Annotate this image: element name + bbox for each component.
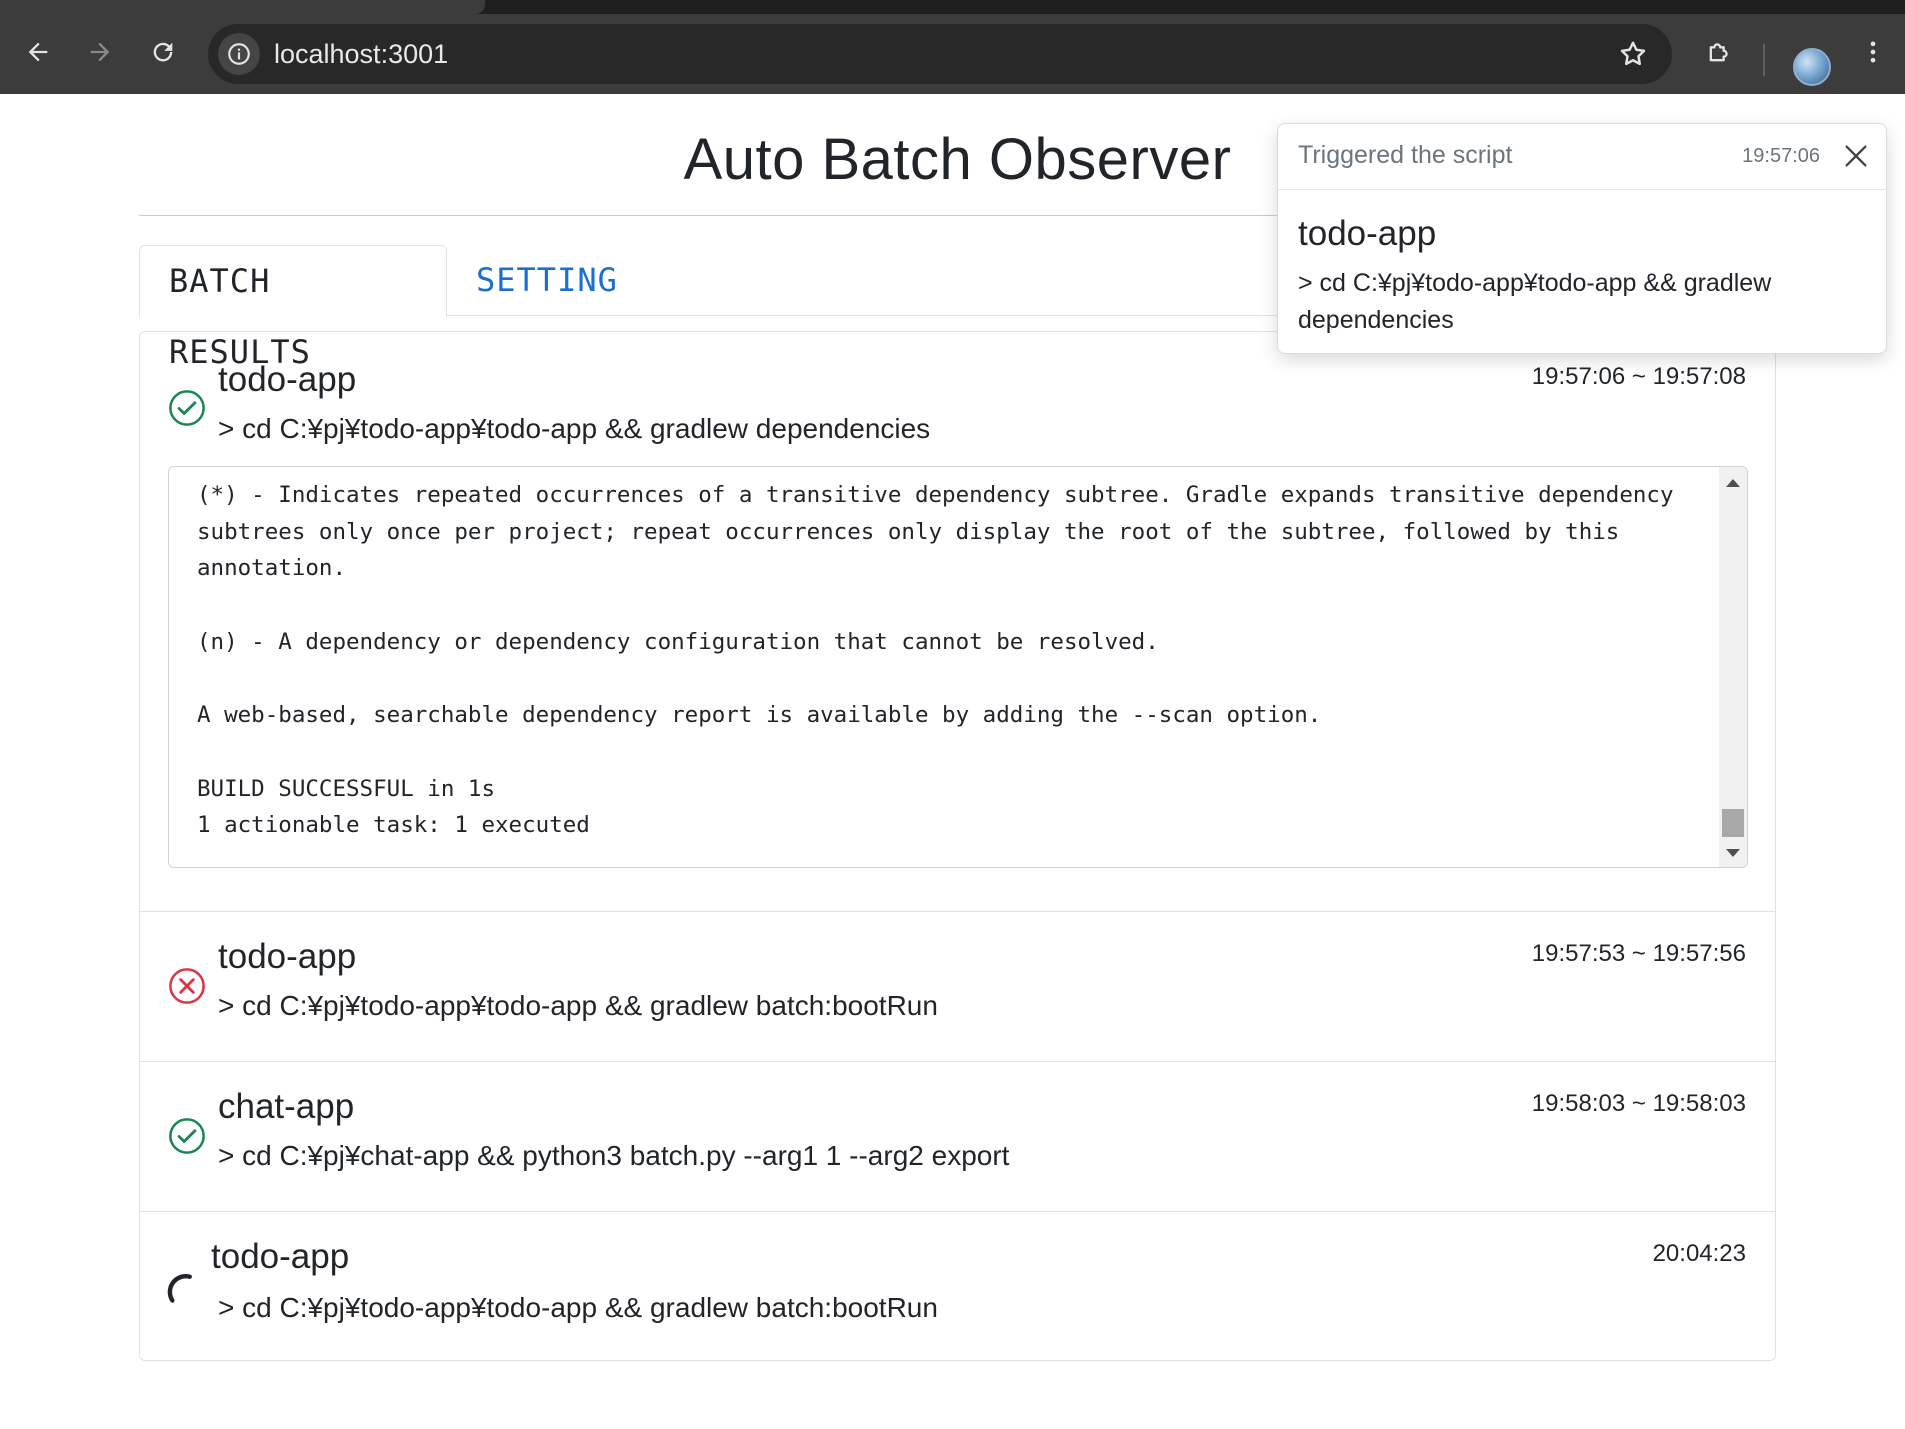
browser-tab-area bbox=[895, 0, 1905, 14]
more-vertical-icon bbox=[1870, 41, 1876, 63]
scroll-down-icon[interactable] bbox=[1726, 849, 1740, 857]
close-icon[interactable] bbox=[1840, 140, 1872, 172]
bookmark-star-icon[interactable] bbox=[1618, 39, 1648, 69]
extensions-button[interactable] bbox=[1695, 28, 1743, 76]
toast-time: 19:57:06 bbox=[1742, 145, 1820, 167]
item-time: 19:58:03 ~ 19:58:03 bbox=[1531, 1090, 1746, 1117]
item-time: 19:57:06 ~ 19:57:08 bbox=[1531, 363, 1746, 390]
reload-button[interactable] bbox=[139, 28, 187, 76]
reload-icon bbox=[153, 42, 173, 62]
x-circle-icon bbox=[169, 968, 205, 1004]
list-item[interactable]: todo-app > cd C:¥pj¥todo-app¥todo-app &&… bbox=[140, 1212, 1775, 1360]
url-text[interactable]: localhost:3001 bbox=[274, 24, 448, 84]
toast-app-name: todo-app bbox=[1298, 214, 1437, 253]
scroll-up-icon[interactable] bbox=[1726, 479, 1740, 487]
output-text: (*) - Indicates repeated occurrences of … bbox=[197, 482, 1674, 839]
output-log[interactable]: (*) - Indicates repeated occurrences of … bbox=[168, 466, 1748, 868]
toast-header: Triggered the script 19:57:06 bbox=[1278, 124, 1886, 190]
item-name: todo-app bbox=[211, 1237, 350, 1276]
item-time: 20:04:23 bbox=[1652, 1240, 1746, 1267]
puzzle-icon bbox=[1709, 43, 1728, 62]
item-command: > cd C:¥pj¥chat-app && python3 batch.py … bbox=[218, 1140, 1010, 1171]
output-scrollbar[interactable] bbox=[1719, 467, 1747, 867]
forward-button[interactable] bbox=[76, 28, 124, 76]
toolbar-divider bbox=[1763, 44, 1765, 76]
check-circle-icon bbox=[169, 390, 205, 426]
item-name: chat-app bbox=[218, 1087, 355, 1126]
item-command: > cd C:¥pj¥todo-app¥todo-app && gradlew … bbox=[218, 1292, 938, 1323]
list-item[interactable]: todo-app > cd C:¥pj¥todo-app¥todo-app &&… bbox=[140, 912, 1775, 1062]
list-item[interactable]: chat-app > cd C:¥pj¥chat-app && python3 … bbox=[140, 1062, 1775, 1212]
browser-toolbar: localhost:3001 bbox=[0, 14, 1905, 94]
site-info-button[interactable] bbox=[218, 33, 260, 75]
results-list: todo-app > cd C:¥pj¥todo-app¥todo-app &&… bbox=[139, 331, 1776, 1361]
check-circle-icon bbox=[169, 1118, 205, 1154]
toast-command: > cd C:¥pj¥todo-app¥todo-app && gradlew … bbox=[1298, 269, 1772, 334]
tab-batch-results[interactable]: BATCH RESULTS bbox=[139, 245, 447, 371]
browser-tab[interactable] bbox=[0, 0, 485, 14]
item-name: todo-app bbox=[218, 937, 357, 976]
arrow-right-icon bbox=[90, 42, 110, 62]
notification-toast: Triggered the script 19:57:06 todo-app >… bbox=[1277, 123, 1887, 354]
item-command: > cd C:¥pj¥todo-app¥todo-app && gradlew … bbox=[218, 990, 938, 1021]
toast-title: Triggered the script bbox=[1298, 141, 1513, 169]
browser-tab-strip bbox=[0, 0, 1905, 14]
spinner-icon bbox=[167, 1274, 192, 1303]
item-name: todo-app bbox=[218, 360, 357, 399]
item-time: 19:57:53 ~ 19:57:56 bbox=[1531, 940, 1746, 967]
address-bar[interactable]: localhost:3001 bbox=[208, 24, 1672, 84]
back-button[interactable] bbox=[14, 28, 62, 76]
profile-avatar[interactable] bbox=[1793, 48, 1831, 86]
list-item[interactable]: todo-app > cd C:¥pj¥todo-app¥todo-app &&… bbox=[140, 332, 1775, 912]
item-command: > cd C:¥pj¥todo-app¥todo-app && gradlew … bbox=[218, 413, 931, 444]
info-icon bbox=[228, 43, 250, 65]
tab-setting[interactable]: SETTING bbox=[447, 245, 647, 316]
scrollbar-thumb[interactable] bbox=[1722, 809, 1744, 837]
browser-menu-button[interactable] bbox=[1853, 28, 1893, 76]
arrow-left-icon bbox=[28, 42, 48, 62]
